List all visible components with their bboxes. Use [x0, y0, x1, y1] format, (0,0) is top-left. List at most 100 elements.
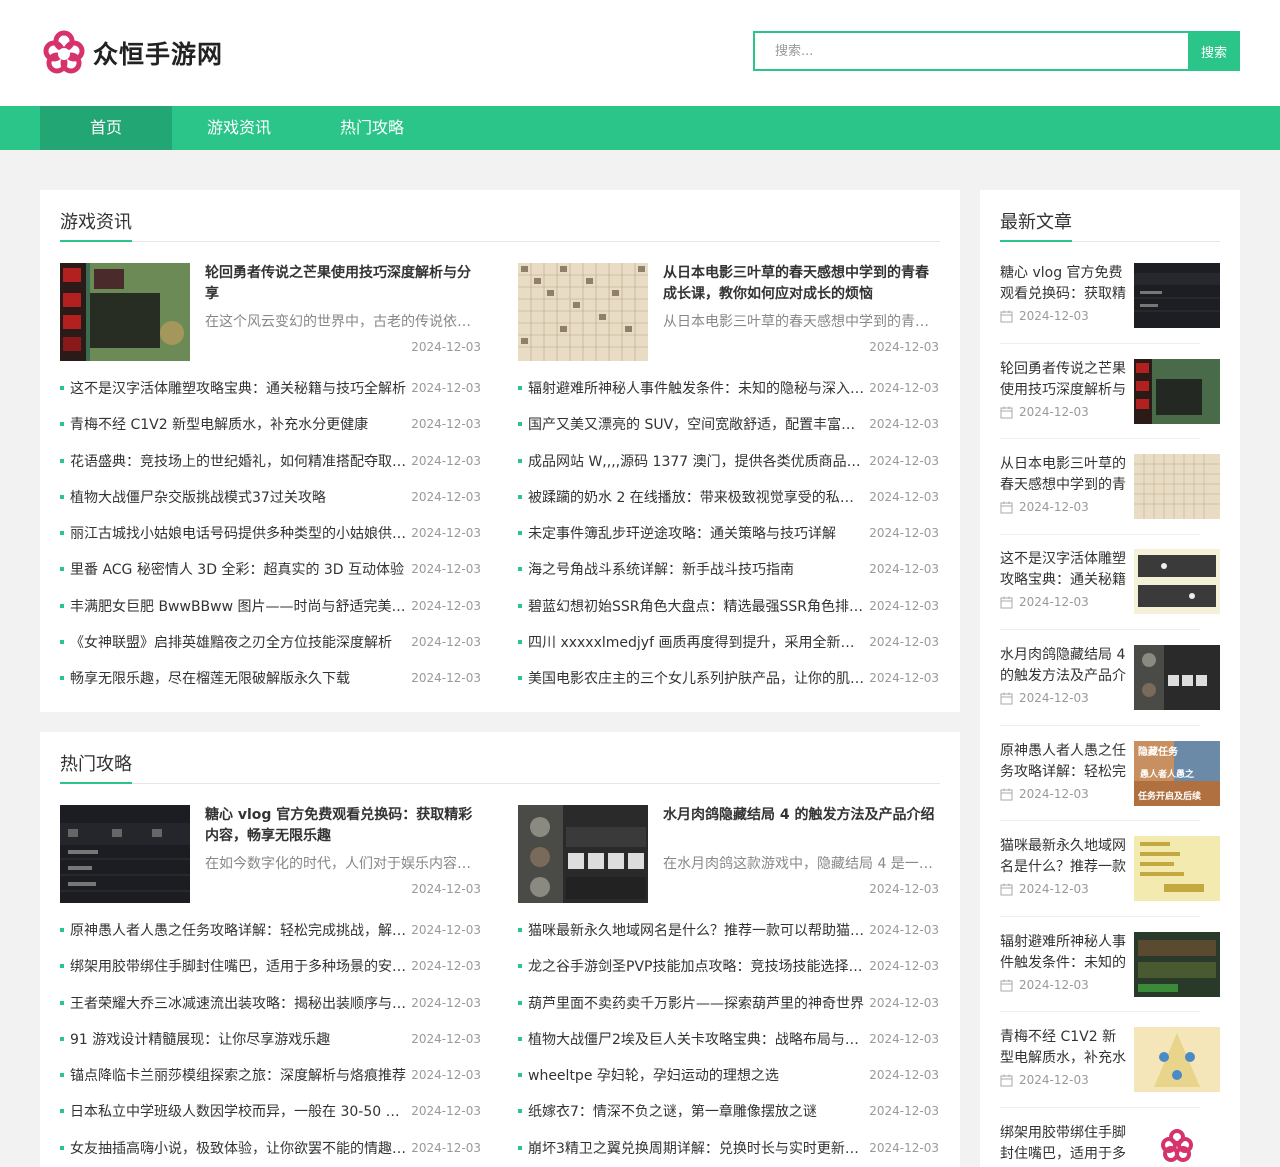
sidebar-thumbnail[interactable]	[1134, 932, 1220, 997]
list-item[interactable]: 91 游戏设计精髓展现：让你尽享游戏乐趣 2024-12-03	[60, 1021, 481, 1057]
list-item[interactable]: 海之号角战斗系统详解：新手战斗技巧指南 2024-12-03	[518, 551, 939, 587]
list-item[interactable]: 《女神联盟》启排英雄黯夜之刃全方位技能深度解析 2024-12-03	[60, 624, 481, 660]
featured-article[interactable]: 水月肉鸽隐藏结局 4 的触发方法及产品介绍 在水月肉鸽这款游戏中，隐藏结局 4 …	[518, 805, 939, 903]
sidebar-article-title[interactable]: 糖心 vlog 官方免费观看兑换码：获取精彩内容	[1000, 263, 1126, 305]
list-item-title[interactable]: 未定事件簿乱步玕逆途攻略：通关策略与技巧详解	[528, 523, 865, 543]
sidebar-article[interactable]: 青梅不经 C1V2 新型电解质水，补充水分更健康 2024-12-03	[1000, 1027, 1220, 1092]
article-title[interactable]: 轮回勇者传说之芒果使用技巧深度解析与分享	[205, 263, 481, 305]
sidebar-thumbnail[interactable]	[1134, 836, 1220, 901]
list-item[interactable]: 葫芦里面不卖药卖千万影片——探索葫芦里的神奇世界 2024-12-03	[518, 985, 939, 1021]
list-item[interactable]: 绑架用胶带绑住手脚封住嘴巴，适用于多种场景的安全胶带 2024-12-03	[60, 948, 481, 984]
list-item[interactable]: 丽江古城找小姑娘电话号码提供多种类型的小姑娘供选择 2024-12-03	[60, 515, 481, 551]
list-item[interactable]: 猫咪最新永久地域网名是什么？推荐一款可以帮助猫咪的产品 2024-12-03	[518, 912, 939, 948]
list-item[interactable]: 里番 ACG 秘密情人 3D 全彩：超真实的 3D 互动体验 2024-12-03	[60, 551, 481, 587]
sidebar-article-title[interactable]: 猫咪最新永久地域网名是什么？推荐一款产品	[1000, 836, 1126, 878]
list-item-title[interactable]: 女友抽插高嗨小说，极致体验，让你欲罢不能的情趣小说	[70, 1138, 407, 1158]
list-item-title[interactable]: 国产又美又漂亮的 SUV，空间宽敞舒适，配置丰富，性价比高	[528, 414, 865, 434]
list-item-title[interactable]: 丽江古城找小姑娘电话号码提供多种类型的小姑娘供选择	[70, 523, 407, 543]
list-item[interactable]: 青梅不经 C1V2 新型电解质水，补充水分更健康 2024-12-03	[60, 406, 481, 442]
featured-article[interactable]: 糖心 vlog 官方免费观看兑换码：获取精彩内容，畅享无限乐趣 在如今数字化的时…	[60, 805, 481, 903]
list-item[interactable]: 丰满肥女巨肥 BwwBBww 图片——时尚与舒适完美结合 2024-12-03	[60, 588, 481, 624]
sidebar-article-title[interactable]: 从日本电影三叶草的春天感想中学到的青春成长课	[1000, 454, 1126, 496]
list-item[interactable]: 这不是汉字活体雕塑攻略宝典：通关秘籍与技巧全解析 2024-12-03	[60, 370, 481, 406]
list-item[interactable]: 原神愚人者人愚之任务攻略详解：轻松完成挑战，解锁奖励 2024-12-03	[60, 912, 481, 948]
article-thumbnail[interactable]	[60, 805, 190, 903]
nav-game-news[interactable]: 游戏资讯	[172, 106, 306, 150]
list-item[interactable]: 崩坏3精卫之翼兑换周期详解：兑换时长与实时更新说明 2024-12-03	[518, 1130, 939, 1166]
list-item-title[interactable]: 四川 xxxxxlmedjyf 画质再度得到提升，采用全新技术打造	[528, 632, 865, 652]
sidebar-thumbnail[interactable]	[1134, 645, 1220, 710]
featured-article[interactable]: 从日本电影三叶草的春天感想中学到的青春成长课，教你如何应对成长的烦恼 从日本电影…	[518, 263, 939, 361]
site-logo[interactable]: 众恒手游网	[43, 30, 223, 76]
nav-hot-guides[interactable]: 热门攻略	[306, 106, 438, 150]
sidebar-article[interactable]: 糖心 vlog 官方免费观看兑换码：获取精彩内容 2024-12-03	[1000, 263, 1220, 328]
sidebar-article-title[interactable]: 原神愚人者人愚之任务攻略详解：轻松完成挑战	[1000, 741, 1126, 783]
list-item-title[interactable]: 葫芦里面不卖药卖千万影片——探索葫芦里的神奇世界	[528, 993, 865, 1013]
sidebar-thumbnail[interactable]	[1134, 454, 1220, 519]
list-item-title[interactable]: 植物大战僵尸2埃及巨人关卡攻略宝典：战略布局与技巧	[528, 1029, 865, 1049]
list-item-title[interactable]: 绑架用胶带绑住手脚封住嘴巴，适用于多种场景的安全胶带	[70, 956, 407, 976]
list-item-title[interactable]: 日本私立中学班级人数因学校而异，一般在 30-50 人之间	[70, 1101, 407, 1121]
list-item-title[interactable]: 青梅不经 C1V2 新型电解质水，补充水分更健康	[70, 414, 407, 434]
list-item-title[interactable]: 丰满肥女巨肥 BwwBBww 图片——时尚与舒适完美结合	[70, 596, 407, 616]
list-item[interactable]: 锚点降临卡兰丽莎模组探索之旅：深度解析与烙痕推荐 2024-12-03	[60, 1057, 481, 1093]
list-item-title[interactable]: wheeltpe 孕妇轮，孕妇运动的理想之选	[528, 1065, 865, 1085]
list-item[interactable]: wheeltpe 孕妇轮，孕妇运动的理想之选 2024-12-03	[518, 1057, 939, 1093]
list-item-title[interactable]: 里番 ACG 秘密情人 3D 全彩：超真实的 3D 互动体验	[70, 559, 407, 579]
search-button[interactable]: 搜索	[1188, 31, 1240, 71]
list-item-title[interactable]: 这不是汉字活体雕塑攻略宝典：通关秘籍与技巧全解析	[70, 378, 407, 398]
sidebar-thumbnail[interactable]	[1134, 1123, 1220, 1167]
list-item-title[interactable]: 被蹂躏的奶水 2 在线播放：带来极致视觉享受的私密体验	[528, 487, 865, 507]
sidebar-article-title[interactable]: 青梅不经 C1V2 新型电解质水，补充水分更健康	[1000, 1027, 1126, 1069]
article-title[interactable]: 从日本电影三叶草的春天感想中学到的青春成长课，教你如何应对成长的烦恼	[663, 263, 939, 305]
sidebar-article[interactable]: 水月肉鸽隐藏结局 4 的触发方法及产品介绍 2024-12-03	[1000, 645, 1220, 710]
list-item-title[interactable]: 海之号角战斗系统详解：新手战斗技巧指南	[528, 559, 865, 579]
list-item-title[interactable]: 王者荣耀大乔三冰减速流出装攻略：揭秘出装顺序与技巧	[70, 993, 407, 1013]
list-item[interactable]: 碧蓝幻想初始SSR角色大盘点：精选最强SSR角色排行榜 2024-12-03	[518, 588, 939, 624]
list-item[interactable]: 畅享无限乐趣，尽在榴莲无限破解版永久下载 2024-12-03	[60, 660, 481, 696]
sidebar-article[interactable]: 绑架用胶带绑住手脚封住嘴巴，适用于多种场景	[1000, 1123, 1220, 1167]
list-item[interactable]: 成品网站 W,,,,源码 1377 澳门，提供各类优质商品，满足需求 2024-1…	[518, 443, 939, 479]
sidebar-thumbnail[interactable]	[1134, 263, 1220, 328]
list-item[interactable]: 植物大战僵尸2埃及巨人关卡攻略宝典：战略布局与技巧 2024-12-03	[518, 1021, 939, 1057]
list-item-title[interactable]: 花语盛典：竞技场上的世纪婚礼，如何精准搭配夺取胜利	[70, 451, 407, 471]
article-title[interactable]: 水月肉鸽隐藏结局 4 的触发方法及产品介绍	[663, 805, 939, 847]
list-item[interactable]: 日本私立中学班级人数因学校而异，一般在 30-50 人之间 2024-12-03	[60, 1093, 481, 1129]
list-item[interactable]: 美国电影农庄主的三个女儿系列护肤产品，让你的肌肤焕发光彩 2024-12-03	[518, 660, 939, 696]
list-item-title[interactable]: 龙之谷手游剑圣PVP技能加点攻略：竞技场技能选择与搭配	[528, 956, 865, 976]
list-item-title[interactable]: 猫咪最新永久地域网名是什么？推荐一款可以帮助猫咪的产品	[528, 920, 865, 940]
sidebar-article-title[interactable]: 辐射避难所神秘人事件触发条件：未知的隐秘	[1000, 932, 1126, 974]
sidebar-article[interactable]: 从日本电影三叶草的春天感想中学到的青春成长课 2024-12-03	[1000, 454, 1220, 519]
sidebar-article[interactable]: 原神愚人者人愚之任务攻略详解：轻松完成挑战 2024-12-03 隐藏任务 愚人…	[1000, 741, 1220, 806]
list-item-title[interactable]: 91 游戏设计精髓展现：让你尽享游戏乐趣	[70, 1029, 407, 1049]
sidebar-thumbnail[interactable]	[1134, 549, 1220, 614]
nav-home[interactable]: 首页	[40, 106, 172, 150]
sidebar-article-title[interactable]: 这不是汉字活体雕塑攻略宝典：通关秘籍与技巧	[1000, 549, 1126, 591]
list-item-title[interactable]: 成品网站 W,,,,源码 1377 澳门，提供各类优质商品，满足需求	[528, 451, 865, 471]
list-item[interactable]: 植物大战僵尸杂交版挑战模式37过关攻略 2024-12-03	[60, 479, 481, 515]
list-item-title[interactable]: 锚点降临卡兰丽莎模组探索之旅：深度解析与烙痕推荐	[70, 1065, 407, 1085]
list-item-title[interactable]: 植物大战僵尸杂交版挑战模式37过关攻略	[70, 487, 407, 507]
list-item[interactable]: 女友抽插高嗨小说，极致体验，让你欲罢不能的情趣小说 2024-12-03	[60, 1130, 481, 1166]
list-item-title[interactable]: 《女神联盟》启排英雄黯夜之刃全方位技能深度解析	[70, 632, 407, 652]
featured-article[interactable]: 轮回勇者传说之芒果使用技巧深度解析与分享 在这个风云变幻的世界中，古老的传说依旧…	[60, 263, 481, 361]
list-item[interactable]: 国产又美又漂亮的 SUV，空间宽敞舒适，配置丰富，性价比高 2024-12-03	[518, 406, 939, 442]
sidebar-article-title[interactable]: 轮回勇者传说之芒果使用技巧深度解析与分享	[1000, 359, 1126, 401]
list-item-title[interactable]: 畅享无限乐趣，尽在榴莲无限破解版永久下载	[70, 668, 407, 688]
list-item-title[interactable]: 原神愚人者人愚之任务攻略详解：轻松完成挑战，解锁奖励	[70, 920, 407, 940]
sidebar-article-title[interactable]: 绑架用胶带绑住手脚封住嘴巴，适用于多种场景	[1000, 1123, 1126, 1165]
search-input[interactable]	[753, 31, 1188, 71]
list-item-title[interactable]: 崩坏3精卫之翼兑换周期详解：兑换时长与实时更新说明	[528, 1138, 865, 1158]
list-item-title[interactable]: 美国电影农庄主的三个女儿系列护肤产品，让你的肌肤焕发光彩	[528, 668, 865, 688]
sidebar-article[interactable]: 轮回勇者传说之芒果使用技巧深度解析与分享 2024-12-03	[1000, 359, 1220, 424]
list-item[interactable]: 花语盛典：竞技场上的世纪婚礼，如何精准搭配夺取胜利 2024-12-03	[60, 443, 481, 479]
list-item[interactable]: 四川 xxxxxlmedjyf 画质再度得到提升，采用全新技术打造 2024-12…	[518, 624, 939, 660]
list-item[interactable]: 被蹂躏的奶水 2 在线播放：带来极致视觉享受的私密体验 2024-12-03	[518, 479, 939, 515]
sidebar-thumbnail[interactable]	[1134, 359, 1220, 424]
list-item[interactable]: 王者荣耀大乔三冰减速流出装攻略：揭秘出装顺序与技巧 2024-12-03	[60, 985, 481, 1021]
article-title[interactable]: 糖心 vlog 官方免费观看兑换码：获取精彩内容，畅享无限乐趣	[205, 805, 481, 847]
list-item[interactable]: 未定事件簿乱步玕逆途攻略：通关策略与技巧详解 2024-12-03	[518, 515, 939, 551]
list-item-title[interactable]: 辐射避难所神秘人事件触发条件：未知的隐秘与深入探索	[528, 378, 865, 398]
list-item[interactable]: 龙之谷手游剑圣PVP技能加点攻略：竞技场技能选择与搭配 2024-12-03	[518, 948, 939, 984]
list-item-title[interactable]: 碧蓝幻想初始SSR角色大盘点：精选最强SSR角色排行榜	[528, 596, 865, 616]
